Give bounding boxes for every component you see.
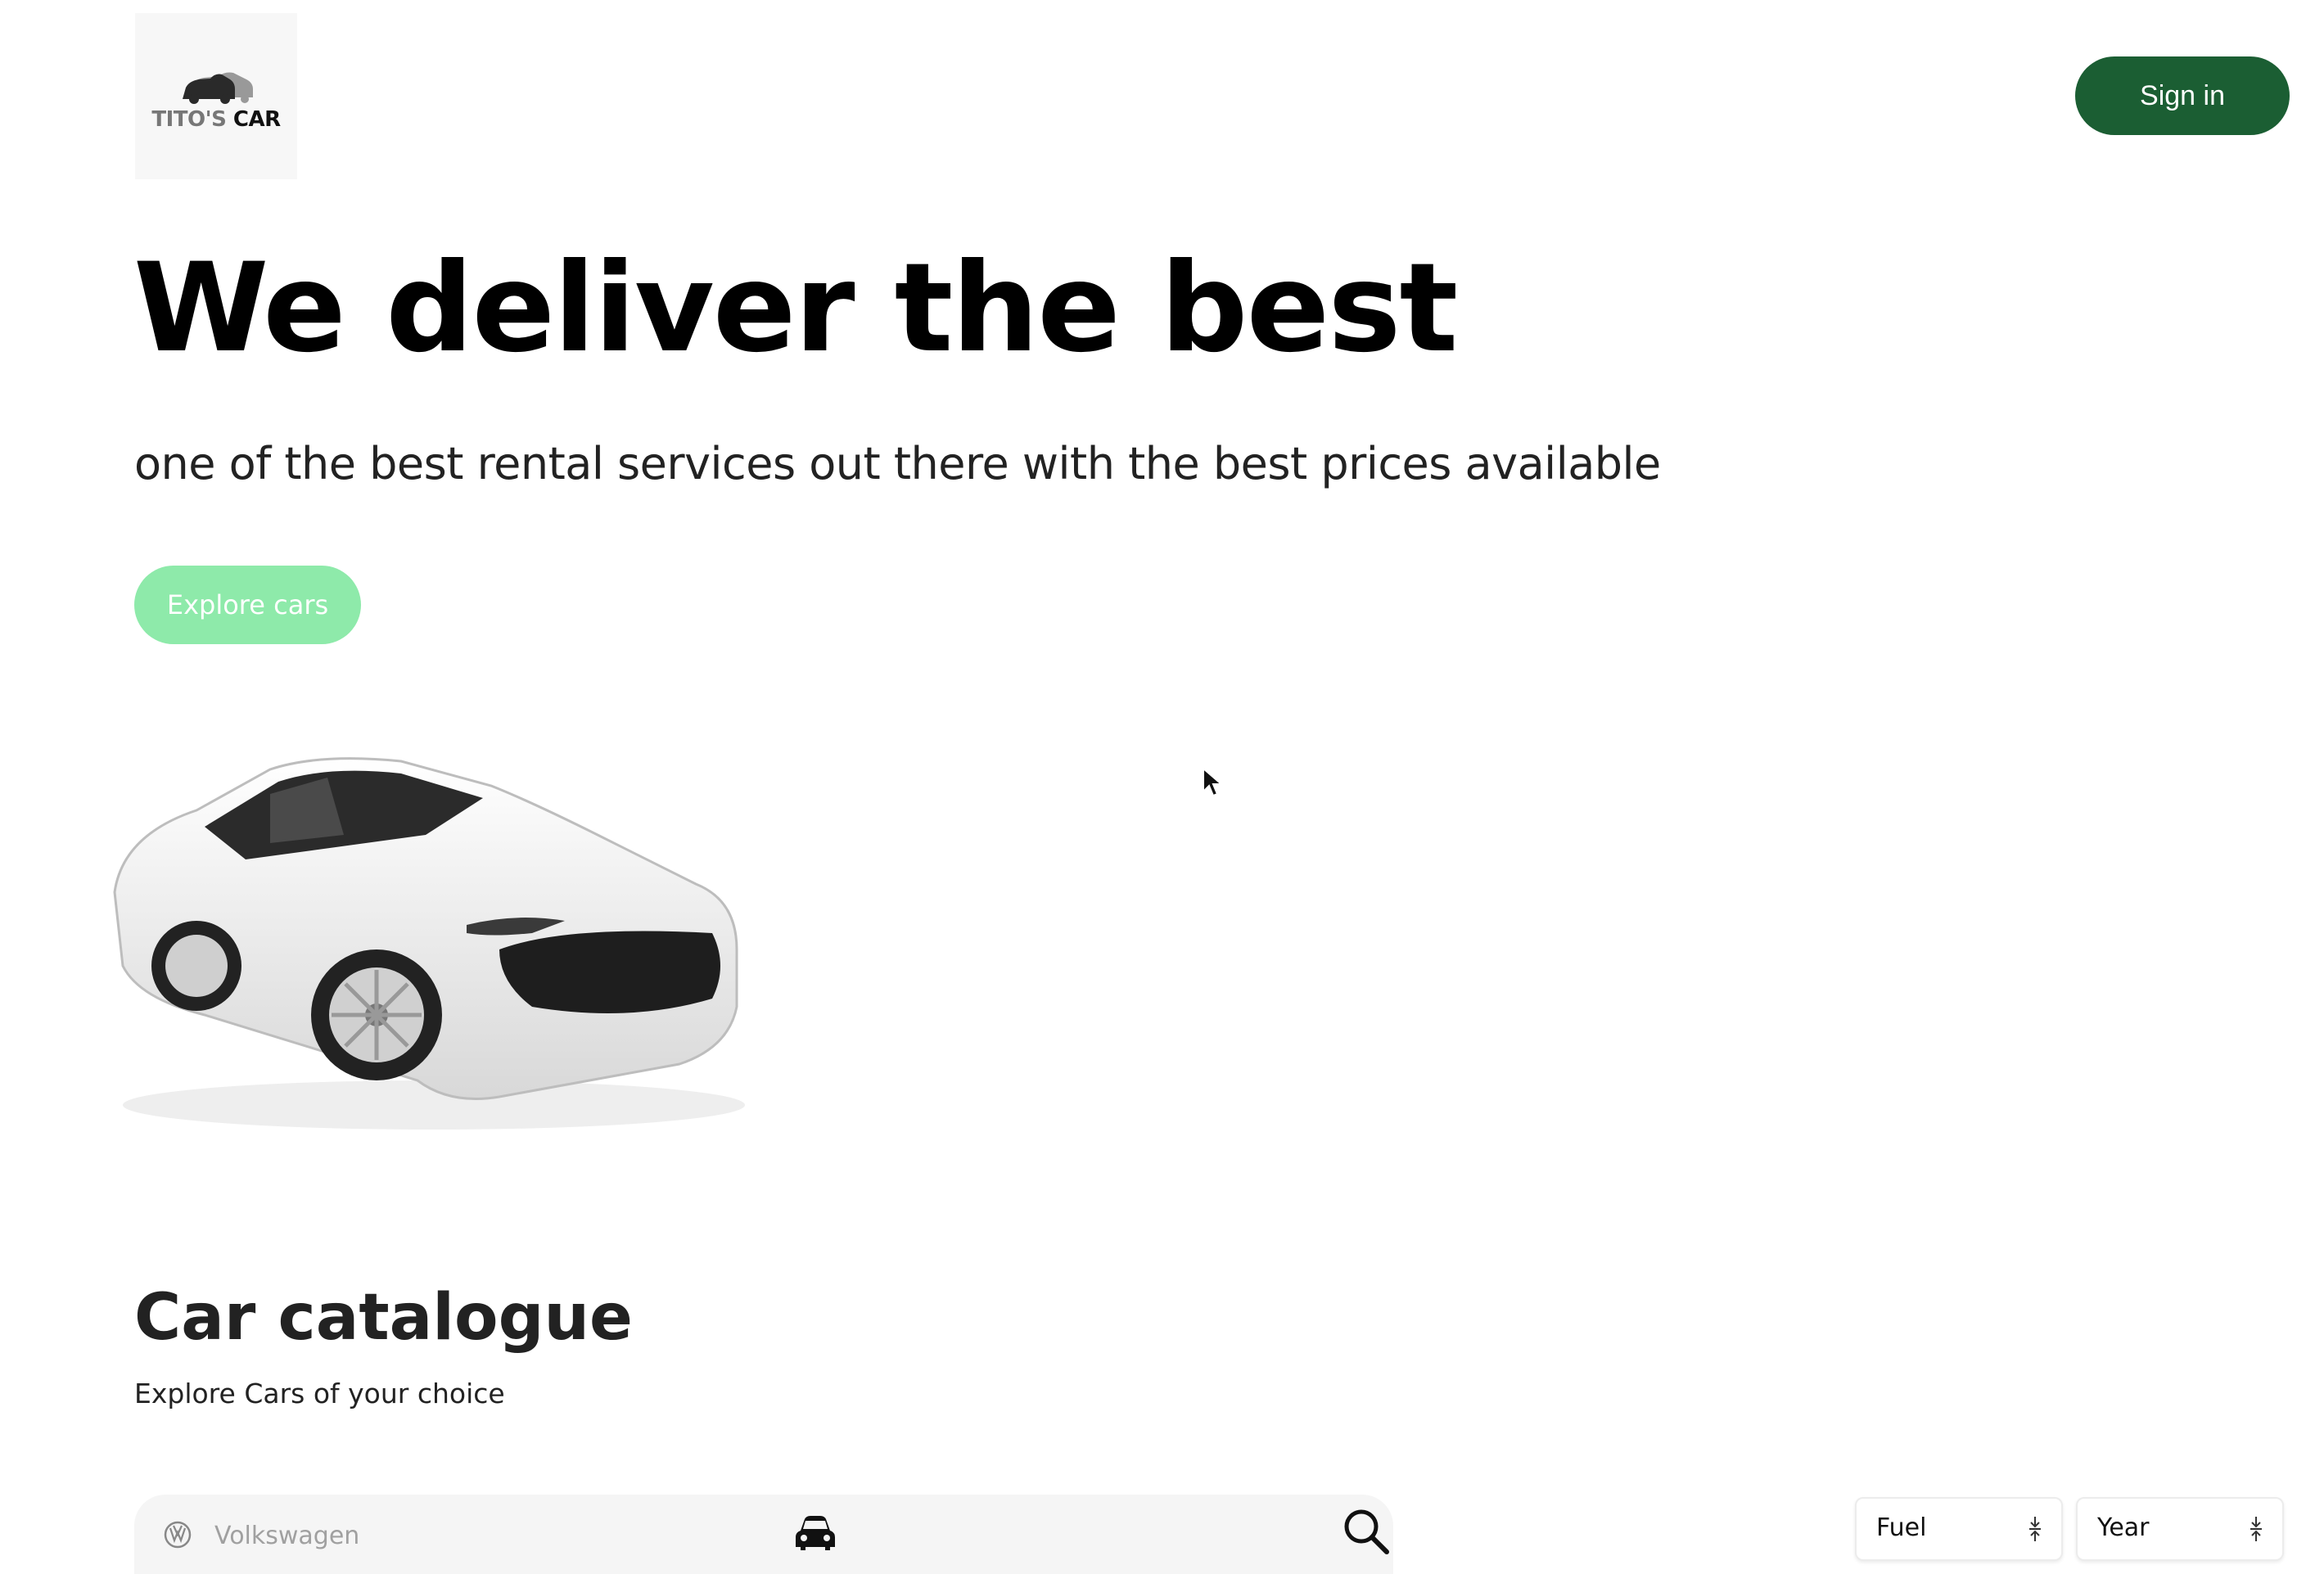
up-down-arrows-icon <box>2250 1517 2262 1541</box>
logo-text: TITO'S CAR <box>151 106 281 132</box>
logo-text-part2: CAR <box>232 106 281 132</box>
catalogue-subtitle: Explore Cars of your choice <box>134 1378 505 1409</box>
logo-text-part1: TITO'S <box>151 106 227 132</box>
hero-car-image <box>113 757 745 1130</box>
logo[interactable]: TITO'S CAR <box>135 13 297 179</box>
search-icon[interactable] <box>1343 1508 1390 1555</box>
year-filter-label: Year <box>2097 1513 2150 1542</box>
up-down-arrows-icon <box>2029 1517 2041 1541</box>
search-bar <box>134 1495 1393 1574</box>
fuel-filter-label: Fuel <box>1876 1513 1927 1542</box>
hero-title: We deliver the best <box>133 237 1458 380</box>
explore-cars-button[interactable]: Explore cars <box>134 566 361 644</box>
sign-in-button[interactable]: Sign in <box>2075 56 2290 135</box>
fuel-filter-select[interactable]: Fuel <box>1855 1497 2063 1561</box>
car-logo-icon <box>183 72 253 104</box>
car-icon[interactable] <box>794 1513 837 1554</box>
mouse-pointer-icon <box>1203 767 1223 797</box>
catalogue-title: Car catalogue <box>134 1281 633 1355</box>
year-filter-select[interactable]: Year <box>2076 1497 2284 1561</box>
volkswagen-icon <box>164 1521 192 1549</box>
manufacturer-search-input[interactable] <box>213 1514 707 1557</box>
hero-subtitle: one of the best rental services out ther… <box>134 438 1661 489</box>
